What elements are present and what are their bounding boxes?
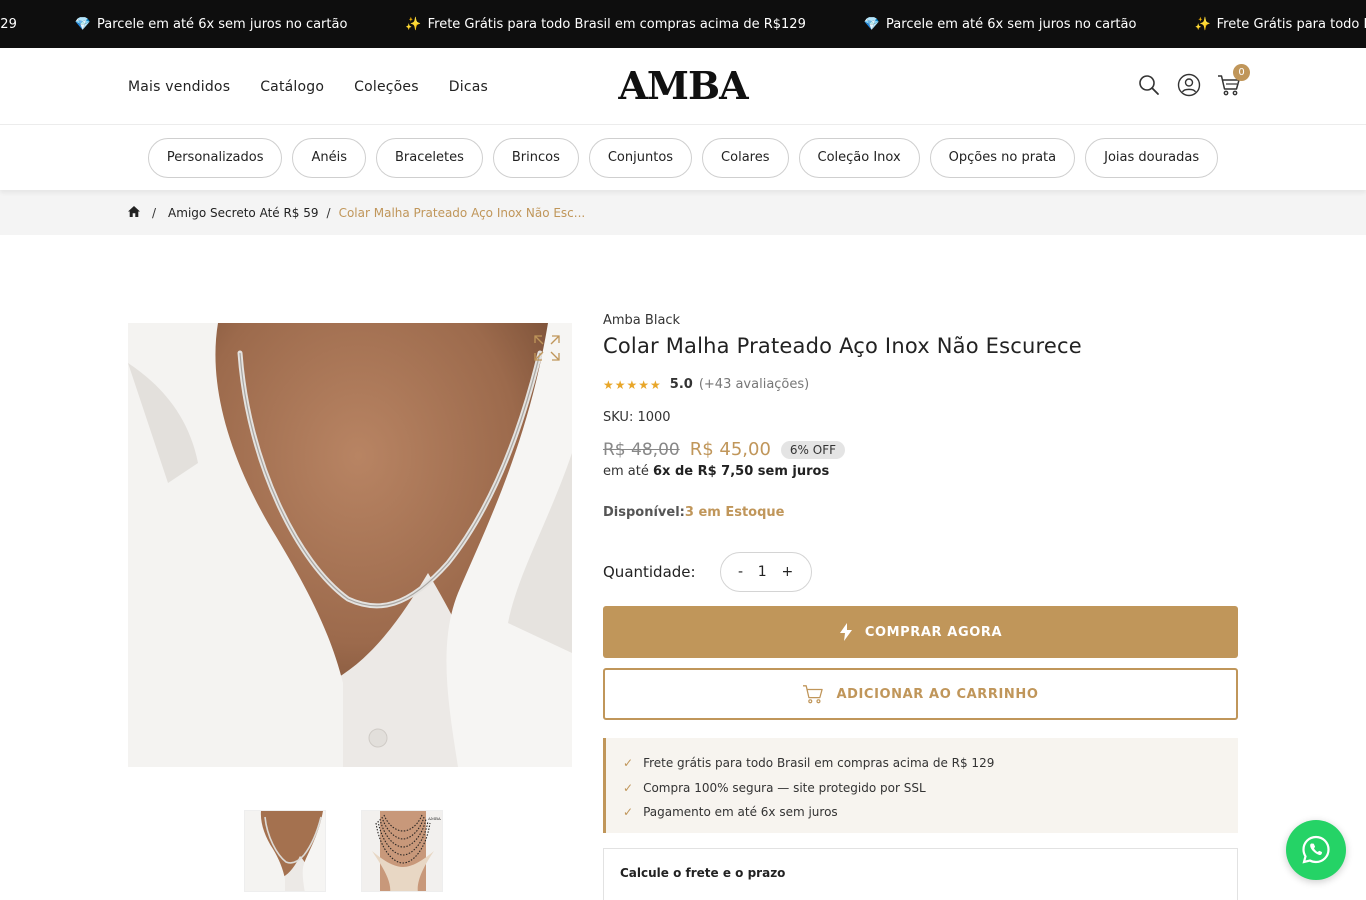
star-rating-icon: ★★★★★: [603, 377, 662, 392]
expand-icon[interactable]: [532, 333, 562, 363]
announcement-text: Frete Grátis para todo Brasil em compras…: [1216, 16, 1366, 32]
shipping-calculator: Calcule o frete e o prazo: [603, 848, 1238, 900]
category-aneis[interactable]: Anéis: [292, 137, 366, 178]
announcement-text: Frete Grátis para todo Brasil em compras…: [427, 16, 806, 32]
announcement-item: ✨ Frete Grátis para todo Brasil em compra…: [1194, 17, 1366, 32]
benefit-item: ✓ Frete grátis para todo Brasil em compra…: [623, 751, 1238, 776]
category-colares[interactable]: Colares: [702, 137, 789, 178]
home-icon[interactable]: [128, 205, 140, 220]
breadcrumb-link[interactable]: Amigo Secreto Até R$ 59: [168, 206, 318, 220]
installments-value: 6x de R$ 7,50 sem juros: [653, 464, 830, 479]
nav-link-catalogo[interactable]: Catálogo: [260, 79, 324, 95]
add-to-cart-button[interactable]: ADICIONAR AO CARRINHO: [603, 668, 1238, 720]
thumbnail-2[interactable]: AMBA: [361, 810, 443, 892]
price-row: R$ 48,00 R$ 45,00 6% OFF: [603, 439, 1238, 460]
stock-value: 3 em Estoque: [684, 505, 785, 520]
check-icon: ✓: [623, 756, 634, 771]
benefit-text: Frete grátis para todo Brasil em compras…: [643, 756, 995, 771]
quantity-input[interactable]: 1: [758, 564, 767, 580]
breadcrumb: / Amigo Secreto Até R$ 59 / Colar Malha …: [0, 190, 1366, 235]
quantity-stepper: - 1 +: [719, 552, 812, 592]
quantity-row: Quantidade: - 1 +: [603, 552, 1238, 592]
nav-link-colecoes[interactable]: Coleções: [354, 79, 419, 95]
announcement-item: 💎 Parcele em até 6x sem juros no cartão: [864, 17, 1137, 32]
gem-icon: 💎: [74, 16, 92, 32]
breadcrumb-separator: /: [152, 205, 157, 220]
category-opcoes-prata[interactable]: Opções no prata: [929, 137, 1076, 178]
product-rating[interactable]: ★★★★★ 5.0 (+43 avaliações): [603, 377, 1238, 392]
stock-info: Disponível:3 em Estoque: [603, 505, 1238, 520]
benefits-box: ✓ Frete grátis para todo Brasil em compra…: [603, 738, 1238, 833]
installments-prefix: em até: [603, 464, 649, 479]
cart-icon[interactable]: 0: [1216, 64, 1250, 98]
check-icon: ✓: [623, 805, 634, 820]
benefit-text: Pagamento em até 6x sem juros: [643, 805, 838, 820]
old-price: R$ 48,00: [603, 439, 680, 460]
breadcrumb-current: Colar Malha Prateado Aço Inox Não Esc...: [338, 205, 586, 220]
shipping-calculator-title: Calcule o frete e o prazo: [620, 866, 786, 880]
nav-link-dicas[interactable]: Dicas: [449, 79, 488, 95]
cart-icon: [803, 685, 824, 704]
announcement-item: ✨ Frete Grátis para todo Brasil em compra…: [405, 17, 805, 32]
add-to-cart-label: ADICIONAR AO CARRINHO: [836, 686, 1039, 702]
whatsapp-button[interactable]: [1286, 820, 1346, 880]
category-colecao-inox[interactable]: Coleção Inox: [798, 137, 920, 178]
category-conjuntos[interactable]: Conjuntos: [588, 137, 693, 178]
announcement-text: ha de R$129: [0, 16, 17, 32]
logo[interactable]: AMBA: [618, 62, 748, 108]
stock-label: Disponível:: [603, 505, 685, 520]
buy-now-button[interactable]: COMPRAR AGORA: [603, 606, 1238, 658]
product-image[interactable]: [128, 323, 572, 767]
sparkles-icon: ✨: [405, 16, 422, 32]
category-brincos[interactable]: Brincos: [492, 137, 579, 178]
category-joias-douradas[interactable]: Joias douradas: [1085, 137, 1219, 178]
cart-count-badge: 0: [1233, 64, 1250, 81]
nav-link-mais-vendidos[interactable]: Mais vendidos: [128, 79, 230, 95]
lightning-icon: [839, 623, 852, 641]
benefit-item: ✓ Pagamento em até 6x sem juros: [623, 800, 1238, 825]
product-title: Colar Malha Prateado Aço Inox Não Escure…: [603, 334, 1082, 358]
thumbnail-1[interactable]: [244, 810, 326, 892]
product-brand[interactable]: Amba Black: [603, 313, 1238, 328]
current-price: R$ 45,00: [689, 439, 771, 460]
main-nav: Mais vendidos Catálogo Coleções Dicas: [128, 48, 518, 125]
header-actions: 0: [1122, 64, 1250, 100]
quantity-label: Quantidade:: [603, 563, 696, 581]
announcement-item: ha de R$129: [0, 17, 17, 32]
sparkles-icon: ✨: [1194, 16, 1211, 32]
benefit-item: ✓ Compra 100% segura — site protegido por…: [623, 776, 1238, 801]
category-braceletes[interactable]: Braceletes: [376, 137, 483, 178]
svg-text:AMBA: AMBA: [427, 816, 441, 821]
benefit-text: Compra 100% segura — site protegido por …: [643, 780, 926, 795]
buy-now-label: COMPRAR AGORA: [864, 624, 1003, 640]
thumbnail-list: AMBA: [244, 810, 478, 892]
whatsapp-icon: [1302, 835, 1330, 864]
category-personalizados[interactable]: Personalizados: [147, 137, 283, 178]
gem-icon: 💎: [863, 16, 881, 32]
announcement-bar: ha de R$129 💎 Parcele em até 6x sem juros…: [0, 0, 1366, 48]
announcement-item: 💎 Parcele em até 6x sem juros no cartão: [75, 17, 348, 32]
announcement-text: Parcele em até 6x sem juros no cartão: [97, 16, 348, 32]
site-header: Mais vendidos Catálogo Coleções Dicas AM…: [0, 48, 1366, 125]
category-bar: Personalizados Anéis Braceletes Brincos …: [0, 125, 1366, 190]
rating-value: 5.0: [669, 377, 693, 392]
search-icon[interactable]: [1136, 72, 1162, 98]
product-info: Amba Black Colar Malha Prateado Aço Inox…: [603, 313, 1238, 900]
discount-badge: 6% OFF: [780, 440, 846, 459]
review-count[interactable]: (+43 avaliações): [699, 377, 809, 392]
announcement-track: ha de R$129 💎 Parcele em até 6x sem juros…: [0, 0, 1366, 48]
installments-info: em até 6x de R$ 7,50 sem juros: [603, 464, 1238, 479]
quantity-increase-button[interactable]: +: [781, 564, 793, 580]
product-sku: SKU: 1000: [603, 410, 671, 425]
quantity-decrease-button[interactable]: -: [738, 564, 743, 580]
check-icon: ✓: [623, 780, 634, 795]
breadcrumb-separator: /: [326, 205, 331, 220]
announcement-text: Parcele em até 6x sem juros no cartão: [886, 16, 1137, 32]
user-icon[interactable]: [1176, 72, 1202, 98]
